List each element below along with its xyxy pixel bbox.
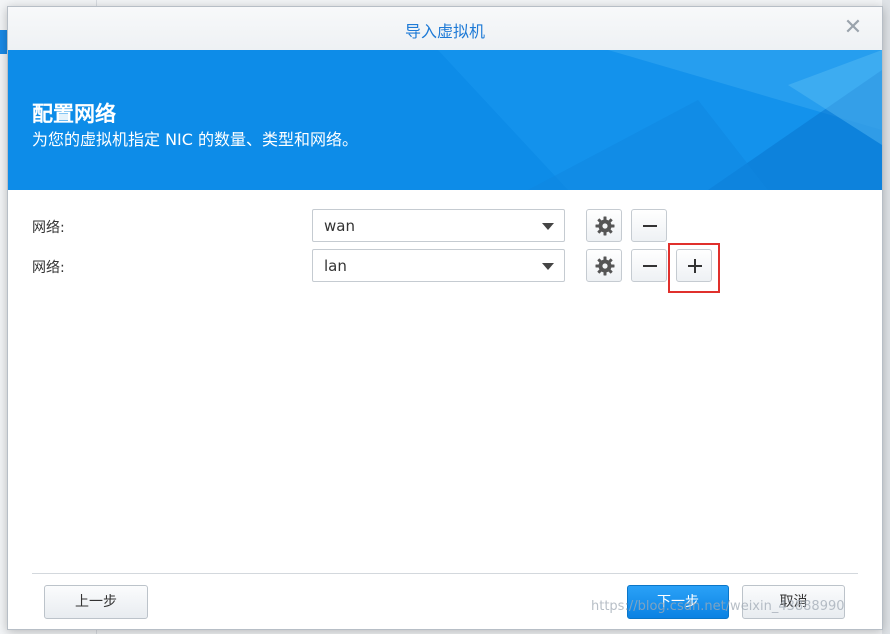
gear-icon bbox=[595, 216, 615, 236]
network-settings-button-1[interactable] bbox=[586, 209, 622, 242]
minus-icon bbox=[643, 225, 657, 227]
dialog-titlebar: 导入虚拟机 ✕ bbox=[8, 7, 882, 51]
background-edge bbox=[882, 0, 890, 634]
remove-network-button-2[interactable] bbox=[631, 249, 667, 282]
network-select-value-2: lan bbox=[324, 257, 347, 275]
highlight-box bbox=[668, 243, 720, 293]
caret-down-icon bbox=[542, 223, 554, 230]
network-label-2: 网络: bbox=[32, 260, 65, 276]
close-icon[interactable]: ✕ bbox=[842, 17, 864, 39]
back-button[interactable]: 上一步 bbox=[44, 585, 148, 619]
minus-icon bbox=[643, 265, 657, 267]
network-select-value-1: wan bbox=[324, 217, 355, 235]
network-select-2[interactable]: lan bbox=[312, 249, 565, 282]
network-label-1: 网络: bbox=[32, 220, 65, 236]
footer-divider bbox=[32, 573, 858, 574]
import-vm-dialog: 导入虚拟机 ✕ 配置网络 为您的虚拟机指定 NIC 的数量、类型和网络。 网络:… bbox=[7, 6, 883, 630]
banner-subtitle: 为您的虚拟机指定 NIC 的数量、类型和网络。 bbox=[32, 130, 359, 149]
gear-icon bbox=[595, 256, 615, 276]
network-settings-button-2[interactable] bbox=[586, 249, 622, 282]
banner-decoration bbox=[438, 50, 882, 190]
dialog-title: 导入虚拟机 bbox=[404, 22, 485, 41]
network-select-1[interactable]: wan bbox=[312, 209, 565, 242]
header-banner: 配置网络 为您的虚拟机指定 NIC 的数量、类型和网络。 bbox=[8, 50, 882, 190]
caret-down-icon bbox=[542, 263, 554, 270]
watermark-text: https://blog.csdn.net/weixin_43888990 bbox=[591, 599, 845, 614]
banner-title: 配置网络 bbox=[32, 102, 116, 126]
remove-network-button-1[interactable] bbox=[631, 209, 667, 242]
